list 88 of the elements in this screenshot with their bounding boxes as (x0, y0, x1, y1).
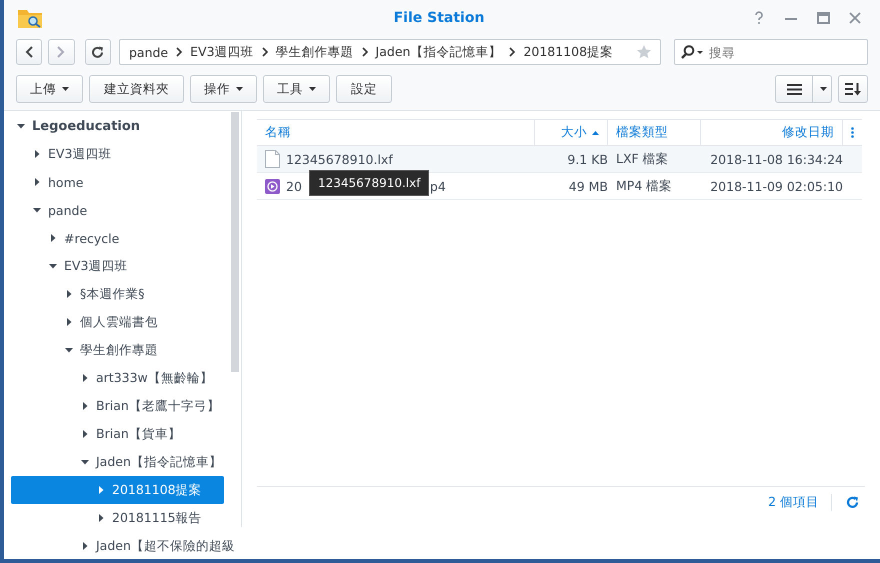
caret-icon (820, 87, 827, 91)
back-icon (25, 46, 34, 58)
caret-icon (309, 87, 316, 91)
file-icon (265, 150, 280, 168)
toolbar-button[interactable]: 操作 (190, 75, 257, 103)
expanded-arrow-icon[interactable] (65, 346, 73, 354)
item-count: 2 個項目 (768, 494, 832, 510)
video-file-icon (265, 178, 280, 194)
chevron-icon (508, 47, 516, 57)
tree-item[interactable]: Legoeducation (11, 112, 224, 140)
close-icon (849, 12, 861, 24)
collapsed-arrow-icon[interactable] (81, 430, 89, 438)
collapsed-arrow-icon[interactable] (81, 402, 89, 410)
collapsed-arrow-icon[interactable] (81, 542, 89, 550)
tooltip: 12345678910.lxf (309, 170, 430, 196)
file-name: 12345678910.lxf (286, 152, 393, 166)
back-button[interactable] (16, 39, 42, 65)
tree-item[interactable]: §本週作業§ (11, 280, 224, 308)
tree-item[interactable]: 20181108提案 (11, 476, 224, 504)
refresh-icon (91, 46, 104, 58)
scrollbar[interactable] (231, 112, 239, 372)
file-name: p4 (430, 178, 446, 194)
file-size: 9.1 KB (567, 152, 608, 166)
toolbar-button[interactable]: 工具 (263, 75, 330, 103)
sort-icon (845, 82, 861, 96)
tree-item[interactable]: 個人雲端書包 (11, 308, 224, 336)
list-icon (786, 84, 802, 94)
tree-item[interactable]: home (11, 168, 224, 196)
collapsed-arrow-icon[interactable] (33, 150, 41, 158)
tree-item[interactable]: 學生創作專題 (11, 336, 224, 364)
chevron-icon (260, 47, 269, 57)
more-icon (851, 127, 854, 138)
refresh-icon (846, 496, 859, 508)
star-icon[interactable] (636, 44, 652, 60)
file-type: LXF 檔案 (616, 150, 669, 168)
expanded-arrow-icon[interactable] (17, 122, 25, 130)
collapsed-arrow-icon[interactable] (49, 234, 57, 242)
tree-item[interactable]: pande (11, 196, 224, 224)
sort-button[interactable] (838, 75, 868, 103)
file-row[interactable]: 12345678910.lxf 9.1 KB LXF 檔案 2018-11-08 16:34:24 (257, 146, 862, 173)
sort-ascending-icon (592, 130, 599, 134)
refresh-button[interactable] (846, 496, 859, 508)
breadcrumb-link[interactable]: EV3週四班 (189, 44, 255, 60)
tree-item[interactable]: Jaden【指令記憶車】 (11, 448, 224, 476)
collapsed-arrow-icon[interactable] (97, 514, 105, 522)
window-title: File Station (392, 10, 486, 26)
collapsed-arrow-icon[interactable] (33, 178, 41, 186)
tree-item[interactable]: Brian【貨車】 (11, 420, 224, 448)
column-header[interactable]: 名稱 (257, 119, 535, 146)
tree-item[interactable]: art333w【無齡輪】 (11, 364, 224, 392)
tree-item[interactable]: Brian【老鷹十字弓】 (11, 392, 224, 420)
breadcrumb-link[interactable]: Jaden【指令記憶車】 (374, 44, 502, 60)
expanded-arrow-icon[interactable] (81, 458, 89, 466)
help-icon (753, 11, 765, 25)
caret-icon (236, 87, 243, 91)
file-size: 49 MB (568, 178, 608, 194)
toolbar-button[interactable]: 設定 (336, 75, 392, 103)
file-type: MP4 檔案 (616, 178, 672, 194)
forward-icon (57, 46, 66, 58)
tree-item[interactable]: EV3週四班 (11, 252, 224, 280)
collapsed-arrow-icon[interactable] (81, 374, 89, 382)
toolbar-button[interactable]: 建立資料夾 (89, 75, 184, 103)
file-name: 20 (286, 178, 302, 194)
toolbar-button[interactable]: 上傳 (16, 75, 83, 103)
folder-search-icon (17, 7, 43, 29)
search-field[interactable]: 搜尋 (674, 39, 868, 65)
refresh-button[interactable] (84, 39, 111, 65)
column-header[interactable]: 修改日期 (701, 119, 843, 146)
breadcrumb-link[interactable]: 20181108提案 (522, 44, 614, 60)
maximize-icon (816, 12, 830, 24)
chevron-icon (360, 47, 369, 57)
view-mode-button[interactable] (775, 75, 832, 103)
breadcrumb-link[interactable]: 學生創作專題 (274, 44, 355, 60)
caret-icon (62, 87, 69, 91)
modified-date: 2018-11-09 02:05:10 (710, 178, 843, 194)
collapsed-arrow-icon[interactable] (65, 318, 73, 326)
search-icon[interactable] (680, 45, 705, 59)
tree-item[interactable]: #recycle (11, 224, 224, 252)
expanded-arrow-icon[interactable] (33, 206, 41, 214)
expanded-arrow-icon[interactable] (49, 262, 57, 270)
modified-date: 2018-11-08 16:34:24 (710, 152, 843, 166)
collapsed-arrow-icon[interactable] (65, 290, 73, 298)
tree-item[interactable]: 20181115報告 (11, 504, 224, 532)
collapsed-arrow-icon[interactable] (97, 486, 105, 494)
tree-item[interactable]: Jaden【超不保險的超級 (11, 532, 235, 559)
breadcrumb-link[interactable]: pande (128, 44, 170, 60)
tree-item[interactable]: EV3週四班 (11, 140, 224, 168)
chevron-icon (175, 47, 184, 57)
